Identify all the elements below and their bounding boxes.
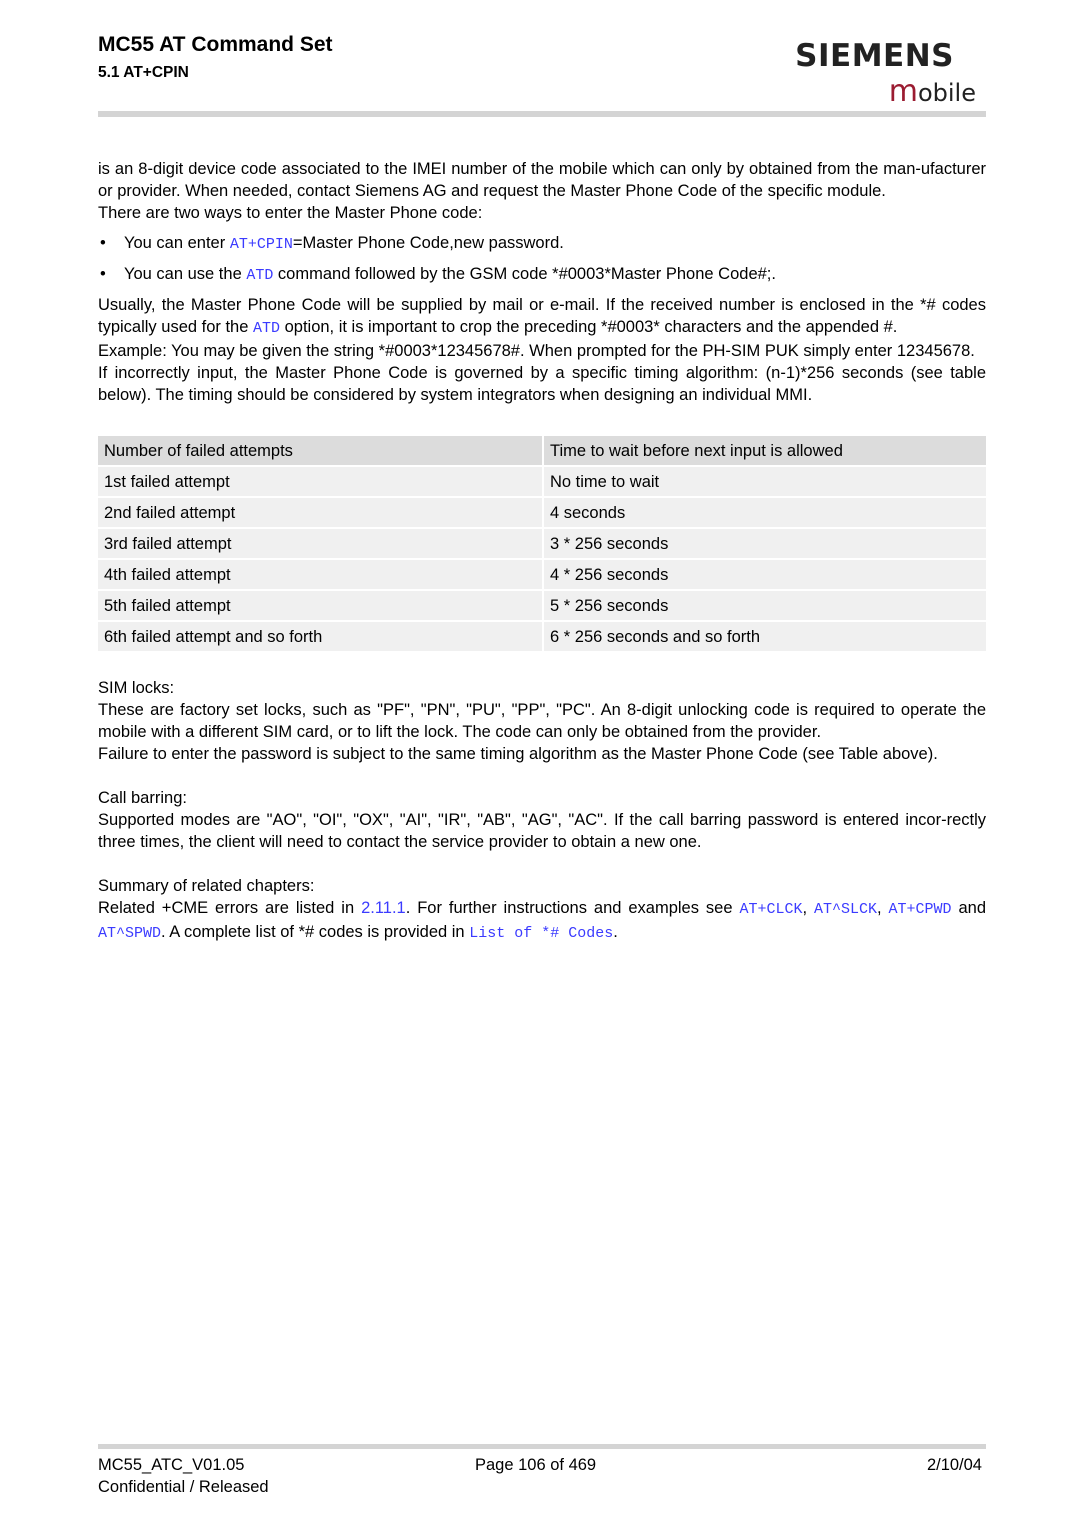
table-header-cell: Time to wait before next input is allowe…: [544, 436, 986, 465]
footer-classification: Confidential / Released: [98, 1478, 269, 1496]
failed-attempts-table: Number of failed attempts Time to wait b…: [96, 434, 988, 653]
logo-sub-rest: obile: [917, 79, 976, 107]
footer-doc-id: MC55_ATC_V01.05: [98, 1456, 245, 1474]
text: You can enter: [124, 234, 230, 252]
text: Related +CME errors are listed in: [98, 899, 362, 917]
table-cell: 6 * 256 seconds and so forth: [544, 622, 986, 651]
text: . A complete list of *# codes is provide…: [161, 923, 470, 941]
table-row: 6th failed attempt and so forth 6 * 256 …: [98, 622, 986, 651]
link-at-clck[interactable]: AT+CLCK: [739, 901, 802, 918]
table-cell: 5th failed attempt: [98, 591, 542, 620]
document-title: MC55 AT Command Set: [98, 33, 333, 56]
logo-sub-text: mobile: [889, 74, 976, 109]
text: ,: [802, 899, 814, 917]
list-item: You can use the ATD command followed by …: [98, 263, 986, 287]
text: =Master Phone Code,new password.: [292, 234, 564, 252]
two-ways-paragraph: There are two ways to enter the Master P…: [98, 204, 483, 222]
entry-methods-list: You can enter AT+CPIN=Master Phone Code,…: [98, 232, 986, 287]
text: .: [613, 923, 618, 941]
text: command followed by the GSM code *#0003*…: [273, 265, 776, 283]
text: ,: [877, 899, 889, 917]
logo-brand-text: SIEMENS: [795, 38, 954, 74]
intro-paragraph: is an 8-digit device code associated to …: [98, 160, 986, 200]
call-barring-label: Call barring:: [98, 789, 187, 807]
text: option, it is important to crop the prec…: [280, 318, 898, 336]
sim-locks-paragraph: These are factory set locks, such as "PF…: [98, 701, 986, 741]
table-cell: 3rd failed attempt: [98, 529, 542, 558]
table-cell: 4 seconds: [544, 498, 986, 527]
page-content: is an 8-digit device code associated to …: [98, 158, 986, 945]
footer-divider: [98, 1444, 986, 1449]
table-cell: 4th failed attempt: [98, 560, 542, 589]
footer-page-number: Page 106 of 469: [475, 1456, 597, 1474]
table-row: 1st failed attempt No time to wait: [98, 467, 986, 496]
table-row: 3rd failed attempt 3 * 256 seconds: [98, 529, 986, 558]
text: . For further instructions and examples …: [405, 899, 740, 917]
link-atd[interactable]: ATD: [246, 267, 273, 284]
link-at-cpwd[interactable]: AT+CPWD: [889, 901, 952, 918]
logo-m-accent: m: [888, 74, 918, 109]
link-section-2-11-1[interactable]: 2.11.1: [361, 899, 406, 917]
usually-paragraph: Usually, the Master Phone Code will be s…: [98, 294, 986, 340]
list-item: You can enter AT+CPIN=Master Phone Code,…: [98, 232, 986, 256]
table-cell: No time to wait: [544, 467, 986, 496]
link-at-slck[interactable]: AT^SLCK: [814, 901, 877, 918]
text: You can use the: [124, 265, 247, 283]
table-cell: 1st failed attempt: [98, 467, 542, 496]
link-atd[interactable]: ATD: [253, 320, 280, 337]
link-at-cpin[interactable]: AT+CPIN: [230, 236, 293, 253]
link-at-spwd[interactable]: AT^SPWD: [98, 925, 161, 942]
example-paragraph: Example: You may be given the string *#0…: [98, 342, 975, 360]
summary-label: Summary of related chapters:: [98, 877, 315, 895]
table-row: 4th failed attempt 4 * 256 seconds: [98, 560, 986, 589]
table-cell: 5 * 256 seconds: [544, 591, 986, 620]
sim-locks-failure-paragraph: Failure to enter the password is subject…: [98, 745, 938, 763]
table-cell: 4 * 256 seconds: [544, 560, 986, 589]
footer-date: 2/10/04: [926, 1456, 982, 1474]
summary-paragraph: Related +CME errors are listed in 2.11.1…: [98, 897, 986, 945]
table-header-row: Number of failed attempts Time to wait b…: [98, 436, 986, 465]
timing-paragraph: If incorrectly input, the Master Phone C…: [98, 364, 986, 404]
table-header-cell: Number of failed attempts: [98, 436, 542, 465]
text: and: [951, 899, 986, 917]
table-cell: 2nd failed attempt: [98, 498, 542, 527]
table-cell: 3 * 256 seconds: [544, 529, 986, 558]
sim-locks-label: SIM locks:: [98, 679, 175, 697]
link-codes-list[interactable]: List of *# Codes: [469, 925, 613, 942]
table-row: 5th failed attempt 5 * 256 seconds: [98, 591, 986, 620]
table-row: 2nd failed attempt 4 seconds: [98, 498, 986, 527]
header-divider: [98, 111, 986, 117]
siemens-mobile-logo: SIEMENS mobile: [786, 36, 986, 111]
table-cell: 6th failed attempt and so forth: [98, 622, 542, 651]
section-heading: 5.1 AT+CPIN: [98, 64, 189, 81]
call-barring-paragraph: Supported modes are "AO", "OI", "OX", "A…: [98, 811, 986, 851]
